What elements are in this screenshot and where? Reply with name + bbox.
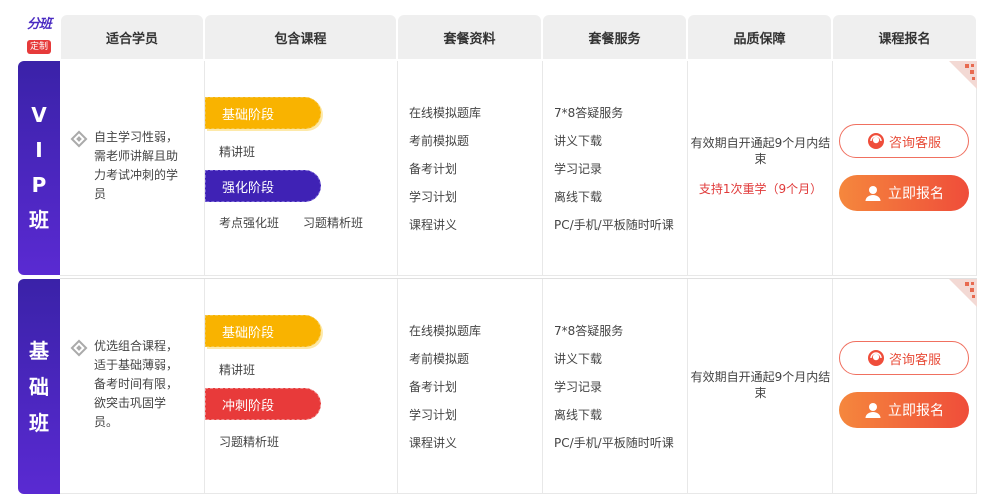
headset-icon [867, 350, 884, 366]
material-item: 课程讲义 [409, 436, 458, 450]
signup-label: 立即报名 [888, 403, 944, 419]
row-label-vip: V I P 班 [18, 61, 60, 275]
relearn-note: 支持1次重学（9个月） [698, 182, 823, 196]
target-line: 欲突击巩固学 [94, 396, 167, 410]
row-label-char: V [31, 103, 47, 127]
service-item: PC/手机/平板随时听课 [554, 218, 674, 232]
cell-courses-basic [205, 279, 398, 494]
target-line: 适于基础薄弱， [94, 358, 179, 372]
course-package-table: 分班 定制 适合学员 包含课程 套餐资料 套餐服务 品质保障 课程报名 V I … [0, 0, 984, 501]
service-item: 学习记录 [554, 162, 603, 176]
header-services: 套餐服务 [543, 15, 686, 59]
target-line: 自主学习性弱， [94, 130, 179, 144]
quality-line: 有效期自开通起9个月内结 [690, 370, 831, 384]
course-jingjiang: 精讲班 [219, 145, 256, 159]
service-item: 7*8答疑服务 [554, 324, 624, 338]
stage-basic-pill: 基础阶段 [205, 315, 321, 347]
headset-icon [867, 133, 884, 149]
header-quality: 品质保障 [688, 15, 831, 59]
logo-line2: 定制 [26, 40, 51, 54]
service-item: 讲义下载 [554, 352, 603, 366]
quality-text-basic: 有效期自开通起9个月内结 束 [688, 369, 833, 401]
target-line: 需老师讲解且助 [94, 149, 179, 163]
class-custom-logo: 分班 定制 [18, 16, 60, 58]
course-jingjiang: 精讲班 [219, 363, 256, 377]
quality-line: 有效期自开通起9个月内结 [690, 136, 831, 150]
row-label-char: 基 [29, 338, 49, 363]
material-item: 课程讲义 [409, 218, 458, 232]
consult-button-vip[interactable]: 咨询客服 [839, 124, 969, 158]
row-label-char: 班 [29, 410, 49, 435]
consult-button-basic[interactable]: 咨询客服 [839, 341, 969, 375]
row-label-char: P [31, 173, 47, 197]
user-icon [865, 186, 881, 201]
material-item: 备考计划 [409, 162, 458, 176]
quality-text-vip: 有效期自开通起9个月内结 束 [688, 135, 833, 167]
course-xiti: 习题精析班 [303, 216, 364, 230]
material-item: 备考计划 [409, 380, 458, 394]
row-divider [60, 278, 977, 279]
cell-quality-vip [688, 61, 833, 276]
header-target-students: 适合学员 [61, 15, 203, 59]
target-description-basic: 优选组合课程， 适于基础薄弱， 备考时间有限， 欲突击巩固学 员。 [94, 337, 199, 432]
material-item: 学习计划 [409, 408, 458, 422]
cell-signup-basic [833, 279, 977, 494]
target-description-vip: 自主学习性弱， 需老师讲解且助 力考试冲刺的学 员 [94, 128, 199, 204]
service-item: 离线下载 [554, 408, 603, 422]
consult-label: 咨询客服 [888, 352, 941, 368]
service-item: 离线下载 [554, 190, 603, 204]
user-icon [865, 403, 881, 418]
header-courses: 包含课程 [205, 15, 396, 59]
course-xiti: 习题精析班 [219, 435, 280, 449]
material-item: 学习计划 [409, 190, 458, 204]
signup-label: 立即报名 [888, 186, 944, 202]
service-item: 7*8答疑服务 [554, 106, 624, 120]
material-item: 在线模拟题库 [409, 106, 482, 120]
course-kaodian: 考点强化班 [219, 216, 280, 230]
cell-signup-vip [833, 61, 977, 276]
target-line: 优选组合课程， [94, 339, 179, 353]
material-item: 考前模拟题 [409, 134, 470, 148]
stage-strengthen-pill: 强化阶段 [205, 170, 321, 202]
target-line: 力考试冲刺的学 [94, 168, 179, 182]
qr-corner-icon [949, 61, 977, 89]
stage-sprint-pill: 冲刺阶段 [205, 388, 321, 420]
logo-line1: 分班 [26, 17, 52, 32]
qr-corner-icon [949, 279, 977, 307]
header-signup: 课程报名 [833, 15, 976, 59]
material-item: 考前模拟题 [409, 352, 470, 366]
row-label-basic: 基 础 班 [18, 279, 60, 494]
row-label-char: I [35, 138, 43, 162]
consult-label: 咨询客服 [888, 135, 941, 151]
header-materials: 套餐资料 [398, 15, 541, 59]
target-line: 备考时间有限， [94, 377, 179, 391]
target-line: 员 [94, 187, 107, 201]
row-label-char: 班 [29, 208, 49, 232]
quality-line: 束 [754, 152, 767, 166]
service-item: PC/手机/平板随时听课 [554, 436, 674, 450]
stage-basic-pill: 基础阶段 [205, 97, 321, 129]
service-item: 讲义下载 [554, 134, 603, 148]
quality-line: 束 [754, 386, 767, 400]
material-item: 在线模拟题库 [409, 324, 482, 338]
target-line: 员。 [94, 415, 119, 429]
cell-courses-vip [205, 61, 398, 276]
signup-button-basic[interactable]: 立即报名 [839, 392, 969, 428]
row-label-char: 础 [29, 374, 49, 399]
signup-button-vip[interactable]: 立即报名 [839, 175, 969, 211]
service-item: 学习记录 [554, 380, 603, 394]
